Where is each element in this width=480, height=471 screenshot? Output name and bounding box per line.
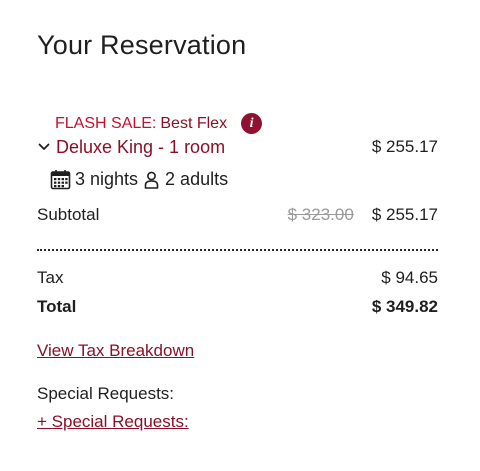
subtotal-row: Subtotal $ 323.00 $ 255.17	[37, 205, 438, 225]
rate-name: Best Flex	[160, 114, 228, 132]
total-value: $ 349.82	[371, 297, 438, 316]
view-tax-breakdown-link[interactable]: View Tax Breakdown	[37, 341, 194, 361]
page-title: Your Reservation	[37, 30, 247, 60]
add-special-requests-link[interactable]: + Special Requests:	[37, 412, 189, 432]
guest-count: 2 adults	[165, 169, 229, 189]
original-price: $ 323.00	[287, 205, 354, 224]
calendar-icon	[50, 169, 71, 190]
total-row: Total $ 349.82	[37, 297, 438, 317]
room-name-toggle[interactable]: Deluxe King - 1 room	[56, 137, 225, 158]
nights-count: 3 nights	[75, 169, 139, 189]
total-label: Total	[37, 297, 77, 316]
tax-label: Tax	[37, 268, 64, 287]
chevron-down-icon[interactable]	[37, 140, 51, 154]
subtotal-value: $ 255.17	[371, 205, 438, 224]
reservation-panel: Your Reservation FLASH SALE: Best Flex i…	[37, 0, 438, 471]
info-icon[interactable]: i	[241, 113, 263, 134]
tax-row: Tax $ 94.65	[37, 268, 438, 288]
divider	[37, 249, 438, 251]
flash-sale-label: FLASH SALE:	[55, 114, 157, 132]
subtotal-label: Subtotal	[37, 205, 100, 224]
stay-details: 3 nights 2 adults	[50, 169, 228, 190]
tax-value: $ 94.65	[381, 268, 438, 287]
person-icon	[144, 171, 159, 189]
room-row: Deluxe King - 1 room $ 255.17	[37, 135, 438, 159]
special-requests-label: Special Requests:	[37, 384, 175, 403]
flash-sale-row: FLASH SALE: Best Flex i	[55, 113, 263, 134]
room-price: $ 255.17	[371, 137, 438, 156]
